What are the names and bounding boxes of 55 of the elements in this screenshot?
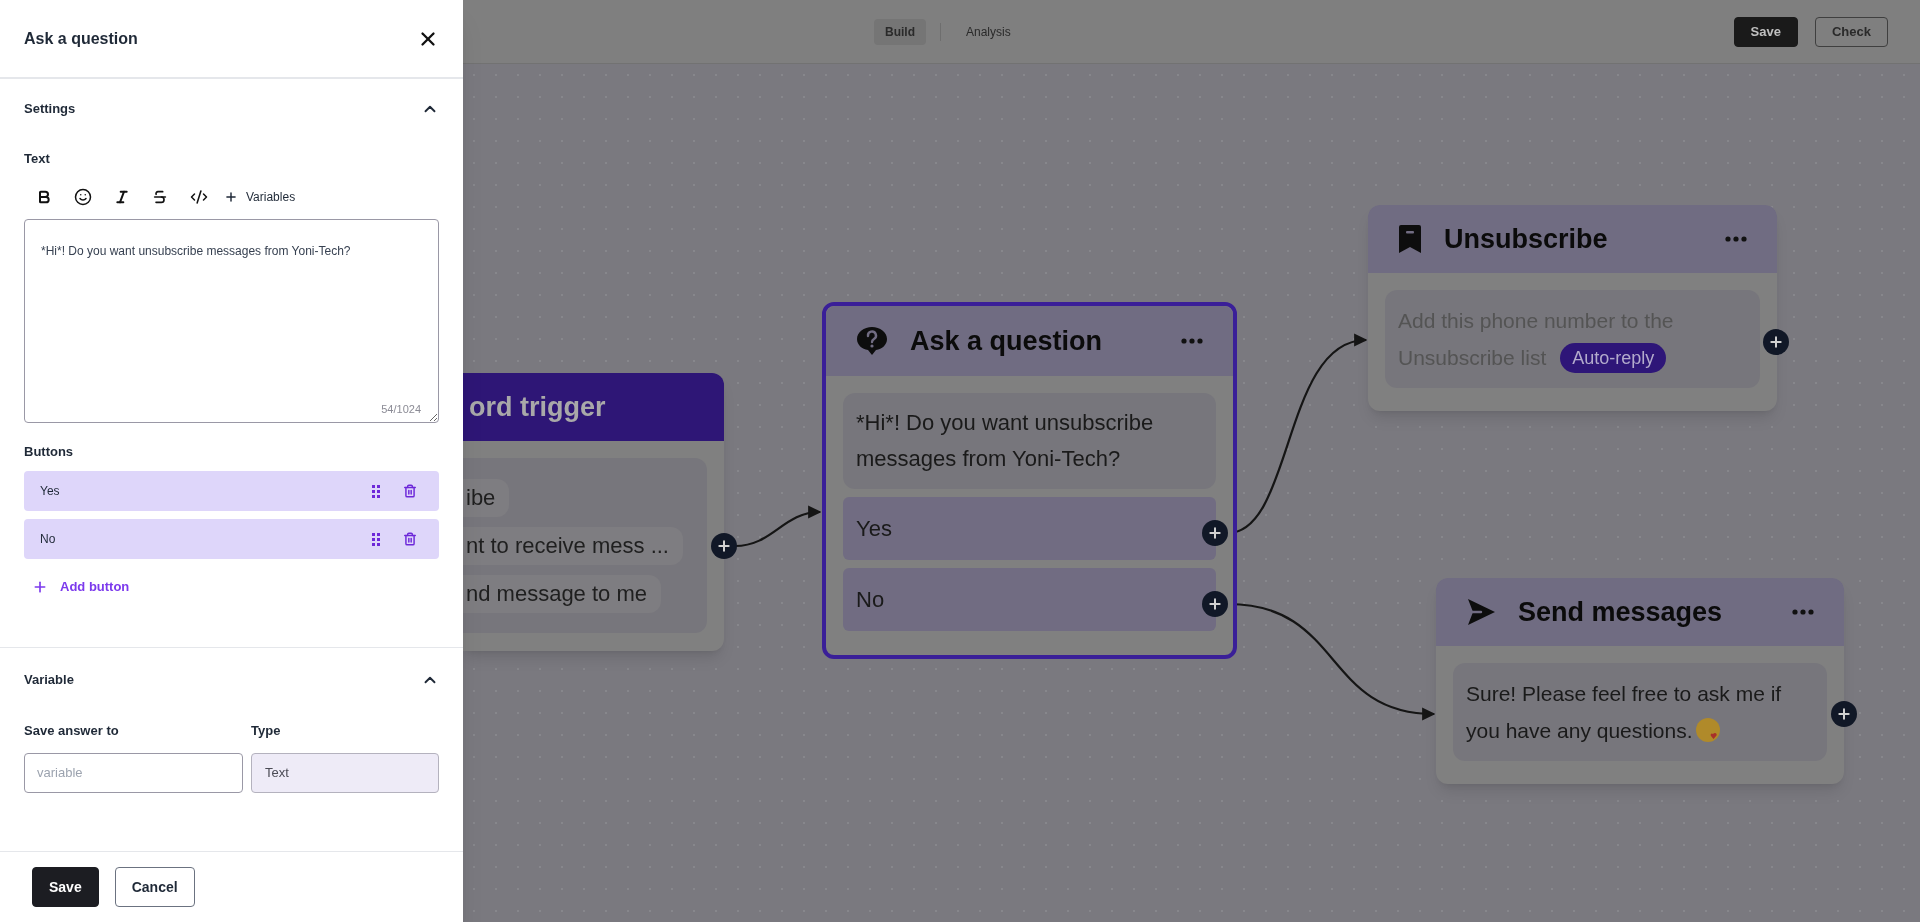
more-options-icon[interactable]: [1792, 609, 1814, 615]
message-preview: *Hi*! Do you want unsubscribe messages from Yoni-Tech?: [843, 393, 1216, 489]
reply-button-label: No: [40, 531, 57, 548]
flow-node[interactable]: Send messages Sure! Please feel free to ask me if you have any questions.: [1436, 578, 1844, 784]
strikethrough-icon[interactable]: [152, 188, 168, 205]
node-title: ord trigger: [469, 390, 606, 424]
character-count: 54/1024: [381, 402, 421, 417]
add-connection-handle[interactable]: [711, 533, 737, 559]
field-label: Buttons: [24, 442, 74, 461]
save-button[interactable]: Save: [1733, 16, 1798, 47]
reply-option[interactable]: No: [843, 568, 1216, 631]
add-connection-handle[interactable]: [1831, 701, 1857, 727]
variables-button[interactable]: Variables: [224, 187, 296, 206]
secondary-button[interactable]: Cancel: [114, 867, 195, 907]
node-title: Ask a question: [910, 324, 1104, 358]
bookmark-icon: [1398, 224, 1422, 254]
message-preview: Sure! Please feel free to ask me if you have any questions.: [1466, 682, 1782, 742]
bold-icon[interactable]: [36, 188, 52, 205]
drag-handle-icon[interactable]: [371, 532, 381, 546]
question-bubble-icon: [856, 326, 888, 356]
save-button[interactable]: Save: [32, 867, 99, 907]
code-icon[interactable]: [190, 187, 208, 206]
node-title: Send messages: [1518, 595, 1724, 629]
field-label: Text: [24, 150, 50, 168]
variable-input-field[interactable]: variable: [24, 752, 243, 793]
flow-node[interactable]: Ask a question *Hi*! Do you want unsubscribe messages from Yoni-Tech? Yes No: [822, 302, 1237, 659]
field-label: Save answer to: [24, 722, 119, 740]
drag-handle-icon[interactable]: [371, 484, 381, 498]
node-title: Unsubscribe: [1444, 222, 1609, 256]
plus-icon: [224, 189, 238, 204]
section-title: Variable: [24, 671, 74, 690]
send-icon: [1466, 598, 1496, 626]
reply-button-row[interactable]: No: [24, 519, 439, 559]
delete-icon[interactable]: [403, 532, 417, 546]
field-label: Type: [251, 722, 281, 740]
keyword-chip: nd message to me: [463, 574, 661, 613]
section-title: Settings: [24, 100, 76, 119]
add-button-link[interactable]: Add button: [32, 577, 130, 597]
keyword-chip: nt to receive mess ...: [463, 526, 683, 565]
panel-title: Ask a question: [24, 28, 138, 49]
more-options-icon[interactable]: [1725, 236, 1747, 242]
keyword-chip: ibe: [463, 478, 510, 517]
add-connection-handle[interactable]: [1763, 329, 1789, 355]
check-button[interactable]: Check: [1814, 16, 1888, 47]
delete-icon[interactable]: [403, 484, 417, 498]
italic-icon[interactable]: [114, 188, 130, 205]
smiley-icon[interactable]: [74, 187, 92, 206]
more-options-icon[interactable]: [1181, 338, 1203, 344]
reply-option[interactable]: Yes: [843, 497, 1216, 560]
flow-node[interactable]: ord trigger ibe nt to receive mess ... nd message to me: [463, 373, 724, 651]
auto-reply-tag: Auto-reply: [1560, 342, 1667, 373]
reply-button-row[interactable]: Yes: [24, 471, 439, 511]
view-tab[interactable]: Analysis: [955, 19, 1022, 45]
type-field[interactable]: Text: [251, 752, 439, 793]
reply-button-label: Yes: [40, 483, 61, 500]
